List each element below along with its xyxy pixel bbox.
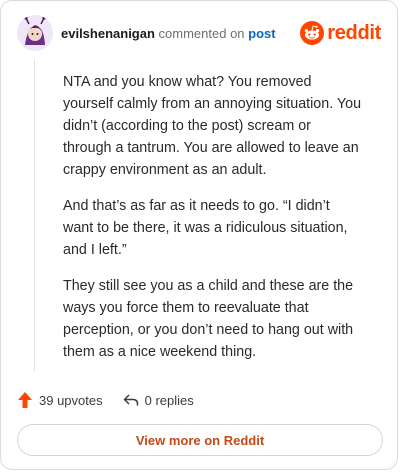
avatar[interactable] (17, 15, 53, 51)
upvote-button[interactable]: 39 upvotes (17, 391, 103, 409)
reddit-wordmark: reddit (327, 21, 381, 44)
username-link[interactable]: evilshenanigan (61, 26, 155, 41)
reply-count: 0 replies (144, 392, 194, 408)
comment-actions: 39 upvotes 0 replies (17, 389, 194, 411)
comment-paragraph-1: NTA and you know what? You removed yours… (63, 74, 362, 178)
reply-button[interactable]: 0 replies (123, 393, 194, 408)
comment-embed-card: evilshenanigan commented on post reddit … (0, 0, 398, 470)
reply-icon (123, 394, 138, 406)
comment-paragraph-2: And that’s as far as it needs to go. “I … (63, 198, 348, 258)
view-more-button[interactable]: View more on Reddit (17, 424, 383, 456)
reddit-brand[interactable]: reddit (300, 21, 381, 45)
reddit-logo-icon (300, 21, 325, 45)
upvote-arrow-icon (18, 392, 32, 408)
commented-on-text: commented on (158, 25, 245, 41)
comment-meta: evilshenanigan commented on post (61, 26, 276, 41)
comment-paragraph-3: They still see you as a child and these … (63, 278, 354, 360)
comment-body: NTA and you know what? You removed yours… (63, 71, 363, 377)
upvote-count: 39 upvotes (39, 392, 103, 408)
post-link[interactable]: post (248, 26, 275, 41)
comment-header: evilshenanigan commented on post reddit (17, 15, 381, 51)
thread-line (34, 59, 35, 371)
